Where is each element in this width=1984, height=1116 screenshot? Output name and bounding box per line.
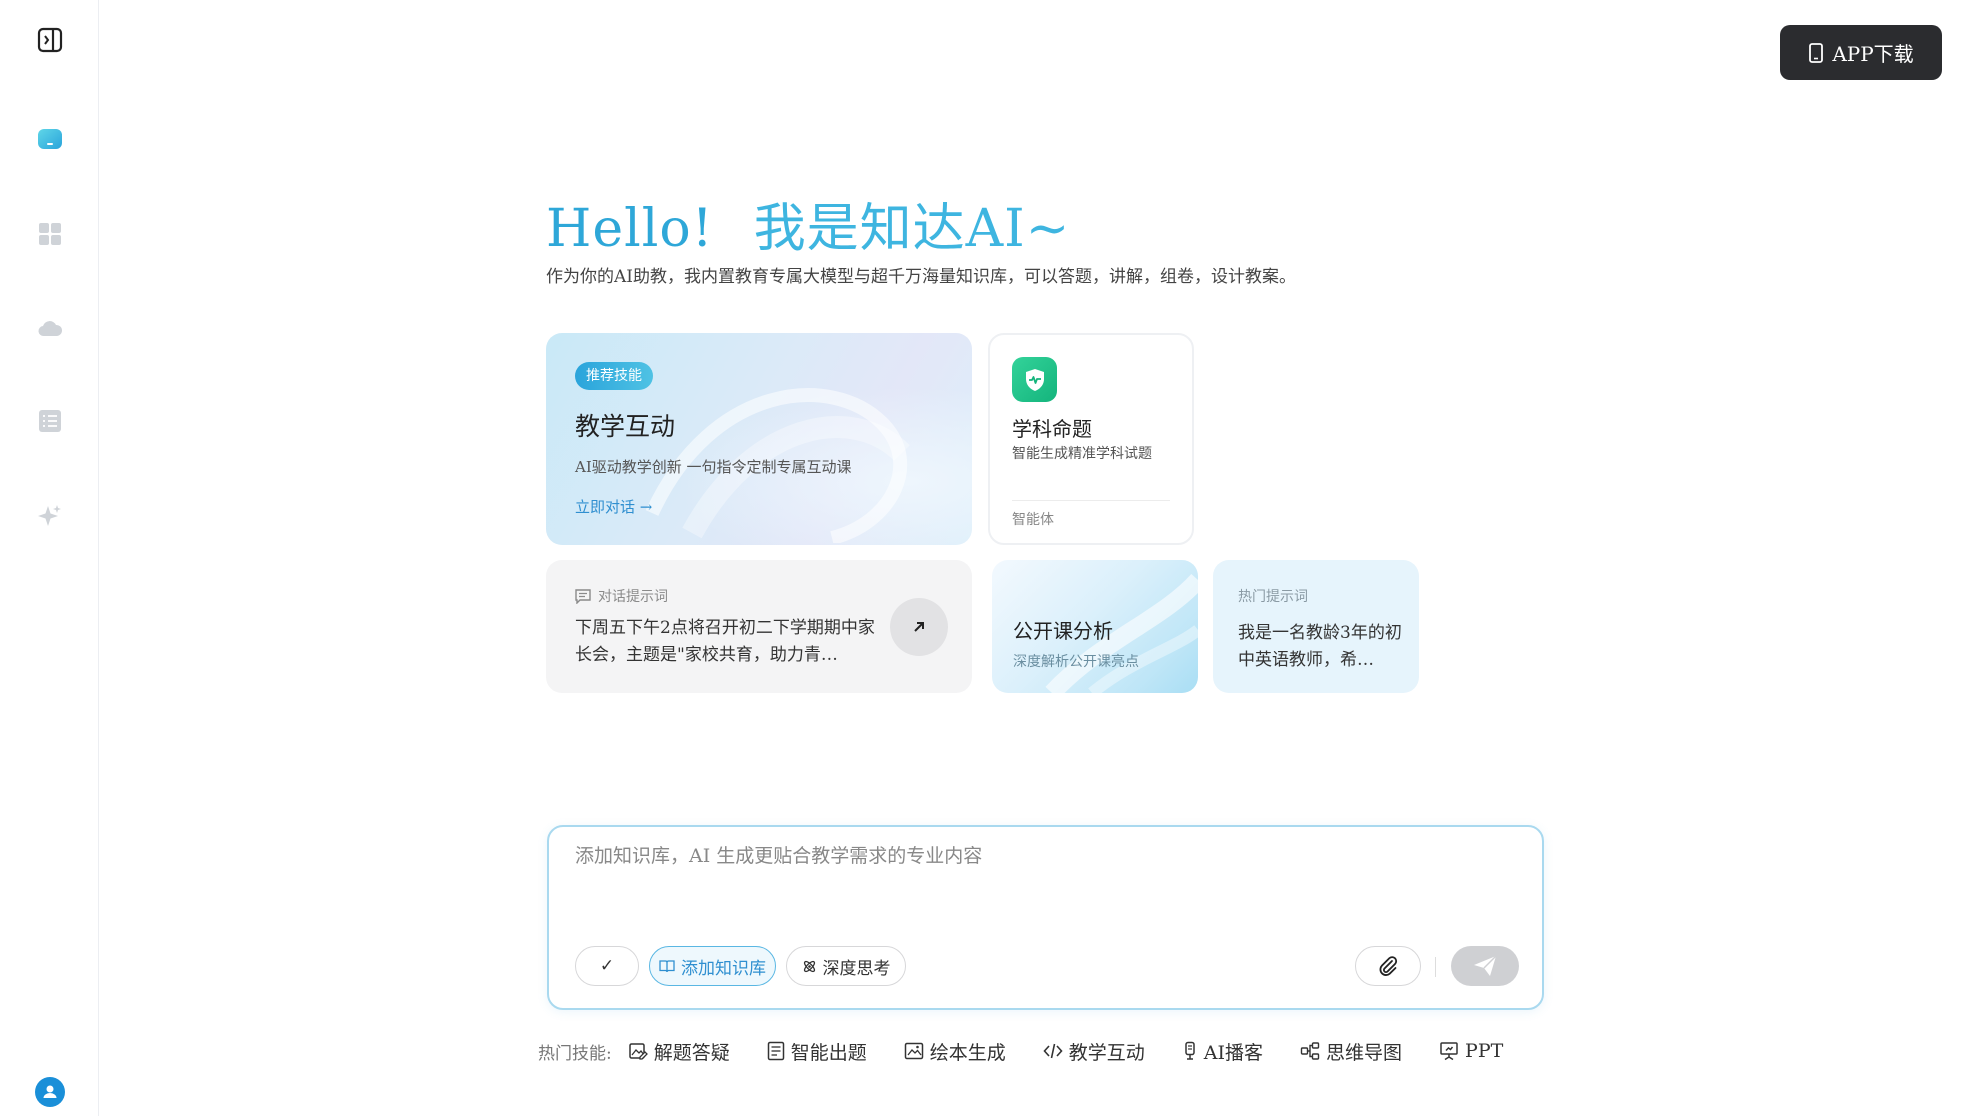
app-download-label: APP下载 bbox=[1832, 42, 1914, 66]
open-class-card[interactable]: 公开课分析 深度解析公开课亮点 bbox=[992, 560, 1198, 693]
send-button[interactable] bbox=[1451, 946, 1519, 986]
prompt-text: 下周五下午2点将召开初二下学期期中家长会，主题是"家校共育，助力青… bbox=[575, 618, 875, 665]
skill-label: 思维导图 bbox=[1326, 1041, 1403, 1064]
page-title: Hello! 我是知达AI~ bbox=[546, 186, 1070, 261]
user-avatar-icon[interactable] bbox=[34, 1076, 66, 1108]
phone-icon bbox=[1809, 42, 1824, 63]
skill-teaching-interaction[interactable]: 教学互动 bbox=[1043, 1038, 1145, 1065]
subject-card-desc: 智能生成精准学科试题 bbox=[1012, 446, 1152, 462]
page-subtitle: 作为你的AI助教，我内置教育专属大模型与超千万海量知识库，可以答题，讲解，组卷，… bbox=[546, 267, 1296, 287]
document-list-icon bbox=[767, 1041, 784, 1061]
skill-ppt[interactable]: PPT bbox=[1439, 1040, 1503, 1062]
agent-tag: 智能体 bbox=[1012, 512, 1054, 528]
skill-label: 解题答疑 bbox=[653, 1041, 730, 1064]
check-label: ✓ bbox=[599, 956, 615, 976]
hot-prompt-card[interactable]: 热门提示词 我是一名教龄3年的初中英语教师，希… bbox=[1213, 560, 1419, 693]
skill-picture-book[interactable]: 绘本生成 bbox=[904, 1038, 1006, 1065]
code-icon bbox=[1043, 1043, 1063, 1059]
list-icon[interactable] bbox=[34, 405, 66, 437]
skill-mind-map[interactable]: 思维导图 bbox=[1300, 1038, 1402, 1065]
teach-interaction-card[interactable]: 推荐技能 教学互动 AI驱动教学创新 一句指令定制专属互动课 立即对话 → bbox=[546, 333, 972, 545]
start-chat-link[interactable]: 立即对话 → bbox=[575, 496, 652, 517]
message-icon bbox=[575, 588, 591, 604]
send-icon bbox=[1474, 955, 1497, 976]
open-class-desc: 深度解析公开课亮点 bbox=[1013, 654, 1139, 670]
open-class-title: 公开课分析 bbox=[1013, 619, 1113, 643]
skill-ai-podcast[interactable]: AI播客 bbox=[1182, 1038, 1263, 1065]
title-hello: Hello! bbox=[546, 199, 714, 259]
card-divider bbox=[1012, 500, 1170, 501]
sparkle-icon[interactable] bbox=[34, 500, 66, 532]
arrow-up-right-icon bbox=[914, 622, 924, 632]
toolbar-separator bbox=[1435, 957, 1436, 977]
attach-button[interactable] bbox=[1355, 946, 1421, 986]
mind-map-icon bbox=[1300, 1042, 1320, 1060]
cloud-icon[interactable] bbox=[34, 312, 66, 344]
sidebar bbox=[0, 0, 99, 1116]
skill-label: PPT bbox=[1465, 1040, 1504, 1062]
prompt-card[interactable]: 对话提示词 下周五下午2点将召开初二下学期期中家长会，主题是"家校共育，助力青… bbox=[546, 560, 972, 693]
sidebar-toggle-icon[interactable] bbox=[34, 24, 66, 56]
prompt-card-label: 对话提示词 bbox=[575, 586, 668, 606]
hot-skills-label: 热门技能: bbox=[538, 1043, 612, 1064]
app-download-button[interactable]: APP下载 bbox=[1780, 25, 1942, 80]
deep-think-button[interactable]: 深度思考 bbox=[786, 946, 906, 986]
skill-smart-question[interactable]: 智能出题 bbox=[767, 1038, 867, 1065]
recommended-badge: 推荐技能 bbox=[575, 362, 653, 390]
book-icon bbox=[659, 960, 675, 973]
atom-icon bbox=[803, 960, 815, 972]
skill-problem-solving[interactable]: 解题答疑 bbox=[628, 1038, 730, 1065]
paperclip-icon bbox=[1379, 956, 1398, 976]
arrow-up-right-button[interactable] bbox=[890, 598, 948, 656]
image-icon bbox=[904, 1042, 924, 1060]
presentation-icon bbox=[1440, 1042, 1458, 1061]
skill-label: AI播客 bbox=[1203, 1041, 1264, 1064]
skill-label: 智能出题 bbox=[790, 1041, 867, 1064]
hot-prompt-text: 我是一名教龄3年的初中英语教师，希… bbox=[1238, 623, 1402, 670]
subject-question-card[interactable]: 学科命题 智能生成精准学科试题 智能体 bbox=[988, 333, 1194, 545]
skill-label: 绘本生成 bbox=[929, 1041, 1006, 1064]
decorative-wave bbox=[645, 388, 910, 543]
chat-icon[interactable] bbox=[34, 124, 66, 156]
prompt-label-text: 对话提示词 bbox=[598, 589, 668, 605]
hot-skills-bar: 热门技能: 解题答疑 智能出题 绘本生成 教学互动 AI播客 思维导图 PPT bbox=[538, 1036, 1503, 1066]
deep-think-label: 深度思考 bbox=[822, 958, 891, 979]
add-knowledge-base-button[interactable]: 添加知识库 bbox=[649, 946, 776, 986]
teach-card-title: 教学互动 bbox=[575, 412, 676, 441]
title-name: 我是知达AI~ bbox=[753, 199, 1071, 259]
hot-prompt-label: 热门提示词 bbox=[1238, 589, 1308, 605]
add-knowledge-base-label: 添加知识库 bbox=[681, 958, 766, 979]
check-button[interactable]: ✓ bbox=[575, 946, 639, 986]
shield-pulse-icon bbox=[1012, 357, 1057, 402]
skill-label: 教学互动 bbox=[1068, 1041, 1145, 1064]
microphone-icon bbox=[1185, 1041, 1195, 1060]
chat-input-box: ✓ 添加知识库 深度思考 bbox=[547, 825, 1544, 1010]
chat-input[interactable] bbox=[575, 841, 1515, 921]
teach-card-desc: AI驱动教学创新 一句指令定制专属互动课 bbox=[575, 458, 852, 476]
apps-grid-icon[interactable] bbox=[34, 218, 66, 250]
image-edit-icon bbox=[628, 1043, 648, 1060]
subject-card-title: 学科命题 bbox=[1012, 417, 1092, 441]
